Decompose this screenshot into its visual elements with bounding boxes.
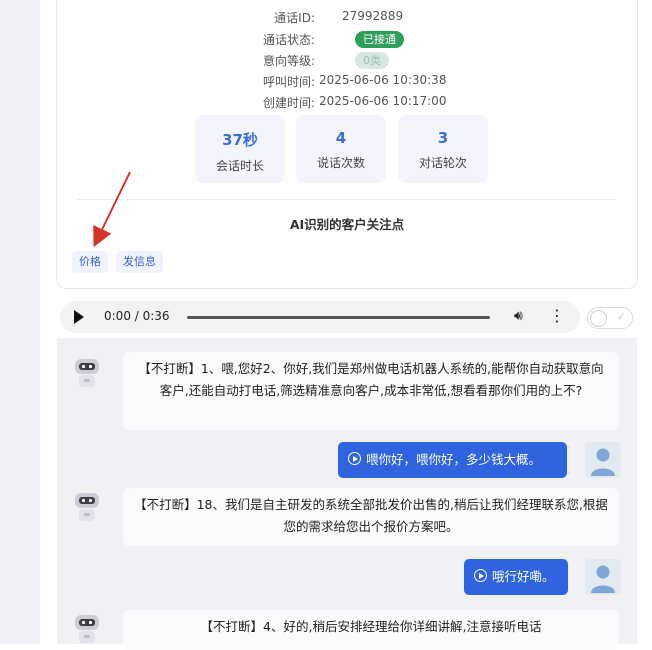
user-message-2-text: 哦行好嘞。 (492, 569, 555, 584)
volume-icon[interactable]: 🔊︎ (514, 308, 523, 324)
audio-time: 0:00 / 0:36 (104, 309, 170, 323)
play-circle-icon (348, 452, 361, 465)
stat-rounds-label: 对话轮次 (418, 156, 467, 170)
check-icon: ✓ (616, 310, 626, 323)
call-time-label: 呼叫时间: (262, 75, 315, 89)
stat-duration-value: 37秒 (222, 131, 258, 149)
call-status-label: 通话状态: (262, 33, 315, 47)
audio-player: 0:00 / 0:36 🔊︎ ⋮ (60, 301, 580, 333)
stat-duration: 37秒 会话时长 (195, 115, 285, 183)
robot-avatar-icon (71, 356, 103, 390)
create-time-value: 2025-06-06 10:17:00 (319, 94, 447, 108)
stat-speak-count-label: 说话次数 (316, 156, 365, 170)
user-message-1-text: 喂你好，喂你好，多少钱大概。 (366, 452, 542, 467)
toggle-knob (590, 310, 607, 327)
stat-speak-count: 4 说话次数 (296, 115, 386, 183)
more-options-icon[interactable]: ⋮ (549, 307, 565, 325)
create-time-row: 创建时间: 2025-06-06 10:17:00 (57, 94, 637, 114)
toggle-switch[interactable]: ✓ (587, 307, 633, 329)
user-avatar-icon (585, 559, 621, 595)
left-rail (0, 0, 40, 644)
robot-avatar-icon (71, 612, 103, 646)
chat-transcript: 【不打断】1、喂,您好2、你好,我们是郑州做电话机器人系统的,能帮你自动获取意向… (57, 338, 637, 650)
bot-message-3: 【不打断】4、好的,稍后安排经理给你详细讲解,注意接听电话 (123, 610, 619, 650)
user-message-1[interactable]: 喂你好，喂你好，多少钱大概。 (338, 442, 567, 478)
create-time-label: 创建时间: (262, 96, 315, 110)
status-badge: 已接通 (355, 31, 404, 48)
call-time-row: 呼叫时间: 2025-06-06 10:30:38 (57, 73, 637, 93)
divider (77, 199, 617, 200)
user-avatar-icon (585, 442, 621, 478)
call-time-value: 2025-06-06 10:30:38 (319, 73, 447, 87)
bot-message-1: 【不打断】1、喂,您好2、你好,我们是郑州做电话机器人系统的,能帮你自动获取意向… (123, 352, 619, 430)
robot-avatar-icon (71, 490, 103, 524)
bot-message-2: 【不打断】18、我们是自主研发的系统全部批发价出售的,稍后让我们经理联系您,根据… (123, 488, 619, 546)
call-status-row: 通话状态: 已接通 (57, 31, 637, 51)
stat-rounds-value: 3 (437, 129, 449, 147)
intent-badge: 0类 (355, 52, 389, 69)
stat-rounds: 3 对话轮次 (398, 115, 488, 183)
play-circle-icon (474, 569, 487, 582)
call-detail-card: 通话ID: 27992889 通话状态: 已接通 意向等级: 0类 呼叫时间: … (56, 0, 638, 289)
intent-row: 意向等级: 0类 (57, 52, 637, 72)
intent-label: 意向等级: (262, 54, 315, 68)
call-id-value: 27992889 (342, 9, 404, 23)
stat-duration-label: 会话时长 (215, 159, 264, 173)
user-message-2[interactable]: 哦行好嘞。 (464, 559, 568, 595)
play-icon[interactable] (74, 310, 84, 324)
call-id-row: 通话ID: 27992889 (57, 9, 637, 29)
focus-tag-send-info[interactable]: 发信息 (116, 251, 163, 273)
stat-speak-count-value: 4 (335, 129, 347, 147)
focus-tag-price[interactable]: 价格 (72, 251, 108, 273)
focus-title: AI识别的客户关注点 (289, 217, 405, 232)
audio-progress-track[interactable] (187, 316, 490, 319)
call-id-label: 通话ID: (274, 11, 315, 25)
